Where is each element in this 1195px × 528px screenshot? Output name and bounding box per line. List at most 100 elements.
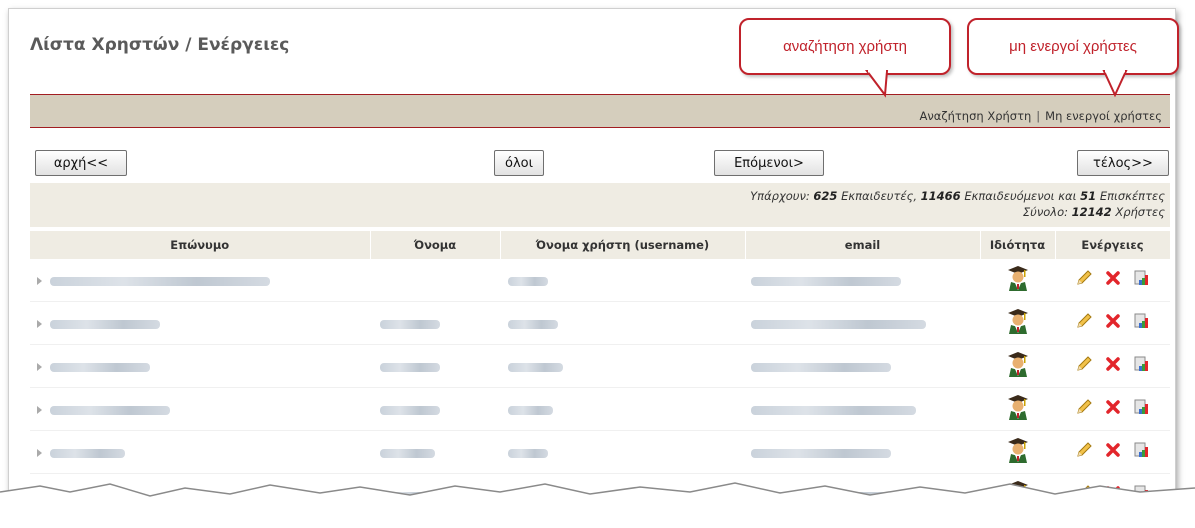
cell-surname — [30, 430, 370, 474]
blurred-surname — [50, 362, 150, 372]
expand-arrow-icon[interactable] — [37, 406, 42, 414]
blurred-surname — [50, 405, 170, 415]
header-links: Αναζήτηση Χρήστη | Μη ενεργοί χρήστες — [919, 109, 1162, 123]
delete-x-icon[interactable] — [1105, 270, 1121, 290]
actions-bar: Αναζήτηση Χρήστη | Μη ενεργοί χρήστες — [30, 94, 1170, 128]
table-row[interactable] — [30, 259, 1170, 302]
teacher-icon — [1006, 394, 1030, 424]
teacher-icon — [1006, 308, 1030, 338]
blurred-surname — [50, 448, 125, 458]
col-username[interactable]: Όνομα χρήστη (username) — [500, 231, 746, 259]
cell-surname — [30, 387, 370, 431]
cell-name — [370, 430, 500, 474]
cell-actions — [1055, 344, 1170, 388]
table-row[interactable] — [30, 301, 1170, 345]
stats-prefix: Υπάρχουν: — [750, 189, 810, 203]
cell-actions — [1055, 301, 1170, 345]
blurred-email — [751, 319, 926, 329]
blurred-name — [380, 319, 440, 329]
delete-x-icon[interactable] — [1105, 356, 1121, 376]
last-page-button[interactable]: τέλος>> — [1077, 150, 1169, 176]
first-page-button[interactable]: αρχή<< — [35, 150, 127, 176]
blurred-email — [751, 276, 901, 286]
teacher-icon — [1006, 437, 1030, 467]
users-table: Επώνυμο Όνομα Όνομα χρήστη (username) em… — [30, 231, 1171, 509]
edit-pencil-icon[interactable] — [1075, 312, 1093, 334]
search-user-link[interactable]: Αναζήτηση Χρήστη — [919, 109, 1031, 123]
expand-arrow-icon[interactable] — [37, 449, 42, 457]
cell-role — [980, 430, 1055, 474]
col-actions: Ενέργειες — [1055, 231, 1171, 259]
edit-pencil-icon[interactable] — [1075, 269, 1093, 291]
teachers-label: Εκπαιδευτές, — [841, 189, 917, 203]
stats-icon[interactable] — [1133, 398, 1151, 420]
delete-x-icon[interactable] — [1105, 442, 1121, 462]
stats-icon[interactable] — [1133, 441, 1151, 463]
teacher-icon — [1006, 265, 1030, 295]
cell-role — [980, 387, 1055, 431]
next-page-button[interactable]: Επόμενοι> — [714, 150, 824, 176]
total-label: Χρήστες — [1115, 205, 1165, 219]
table-row[interactable] — [30, 344, 1170, 388]
cell-name — [370, 387, 500, 431]
cell-username — [500, 344, 745, 388]
stats-icon[interactable] — [1133, 269, 1151, 291]
cell-name — [370, 259, 500, 302]
cell-role — [980, 259, 1055, 302]
expand-arrow-icon[interactable] — [37, 320, 42, 328]
col-surname[interactable]: Επώνυμο — [30, 231, 371, 259]
table-row[interactable] — [30, 387, 1170, 431]
teachers-count: 625 — [813, 189, 838, 203]
guests-count: 51 — [1080, 189, 1097, 203]
blurred-surname — [50, 319, 160, 329]
teacher-icon — [1006, 351, 1030, 381]
col-name[interactable]: Όνομα — [370, 231, 501, 259]
stats-icon[interactable] — [1133, 355, 1151, 377]
edit-pencil-icon[interactable] — [1075, 355, 1093, 377]
cell-email — [745, 344, 980, 388]
blurred-username — [508, 448, 548, 458]
stats-box: Υπάρχουν: 625 Εκπαιδευτές, 11466 Εκπαιδε… — [30, 183, 1170, 227]
stats-line-2: Σύνολο: 12142 Χρήστες — [1023, 205, 1165, 219]
all-button[interactable]: όλοι — [494, 150, 544, 176]
cell-name — [370, 301, 500, 345]
callout-inactive: μη ενεργοί χρήστες — [967, 18, 1179, 75]
edit-pencil-icon[interactable] — [1075, 398, 1093, 420]
cell-actions — [1055, 259, 1170, 302]
blurred-surname — [50, 276, 270, 286]
blurred-username — [508, 276, 548, 286]
cell-email — [745, 259, 980, 302]
table-header-row: Επώνυμο Όνομα Όνομα χρήστη (username) em… — [30, 231, 1171, 259]
blurred-username — [508, 362, 563, 372]
col-email[interactable]: email — [745, 231, 981, 259]
callout-inactive-tail — [1102, 69, 1128, 98]
cell-username — [500, 301, 745, 345]
inactive-users-link[interactable]: Μη ενεργοί χρήστες — [1045, 109, 1162, 123]
cell-surname — [30, 259, 370, 302]
stats-icon[interactable] — [1133, 312, 1151, 334]
edit-pencil-icon[interactable] — [1075, 441, 1093, 463]
cell-role — [980, 344, 1055, 388]
delete-x-icon[interactable] — [1105, 313, 1121, 333]
cell-actions — [1055, 387, 1170, 431]
cell-username — [500, 387, 745, 431]
expand-arrow-icon[interactable] — [37, 277, 42, 285]
torn-edge — [0, 482, 1195, 528]
total-count: 12142 — [1071, 205, 1112, 219]
blurred-email — [751, 405, 916, 415]
callout-search-tail — [865, 69, 889, 98]
blurred-username — [508, 405, 553, 415]
total-prefix: Σύνολο: — [1022, 205, 1069, 219]
expand-arrow-icon[interactable] — [37, 363, 42, 371]
stats-line-1: Υπάρχουν: 625 Εκπαιδευτές, 11466 Εκπαιδε… — [750, 189, 1165, 203]
link-separator: | — [1036, 109, 1041, 123]
cell-email — [745, 430, 980, 474]
students-label: Εκπαιδευόμενοι και — [964, 189, 1077, 203]
table-row[interactable] — [30, 430, 1170, 474]
students-count: 11466 — [920, 189, 961, 203]
cell-email — [745, 387, 980, 431]
blurred-name — [380, 448, 435, 458]
blurred-email — [751, 448, 891, 458]
delete-x-icon[interactable] — [1105, 399, 1121, 419]
col-role: Ιδιότητα — [980, 231, 1056, 259]
